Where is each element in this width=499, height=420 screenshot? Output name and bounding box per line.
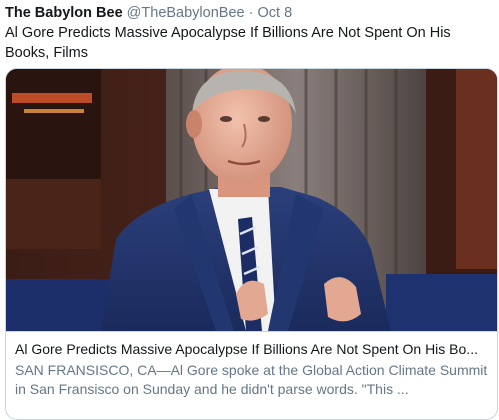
card-image-illustration <box>6 69 497 331</box>
card-body: Al Gore Predicts Massive Apocalypse If B… <box>6 331 497 399</box>
tweet-header: The Babylon Bee @TheBabylonBee · Oct 8 <box>5 3 495 23</box>
author-name[interactable]: The Babylon Bee <box>5 5 123 21</box>
card-title[interactable]: Al Gore Predicts Massive Apocalypse If B… <box>15 340 488 359</box>
card-image[interactable] <box>6 69 497 331</box>
tweet-text: Al Gore Predicts Massive Apocalypse If B… <box>5 25 451 61</box>
card-description: SAN FRANSISCO, CA—Al Gore spoke at the G… <box>15 362 488 397</box>
header-separator: · <box>248 5 254 21</box>
tweet-date[interactable]: Oct 8 <box>257 5 292 21</box>
author-handle[interactable]: @TheBabylonBee <box>127 5 245 21</box>
link-preview-card[interactable]: Al Gore Predicts Massive Apocalypse If B… <box>5 68 498 420</box>
